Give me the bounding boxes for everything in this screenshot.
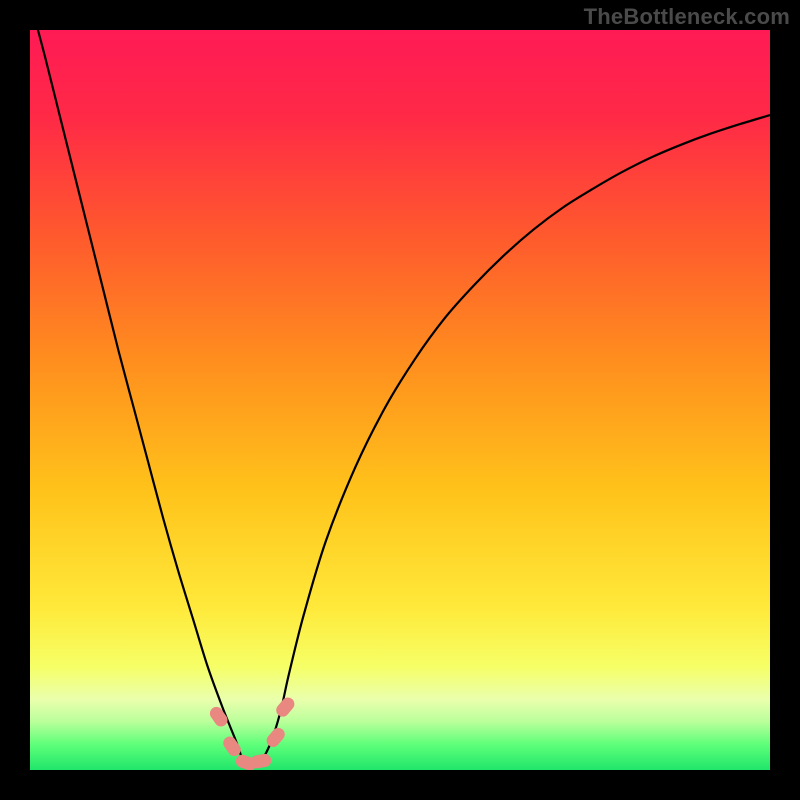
bottleneck-chart (30, 30, 770, 770)
watermark-text: TheBottleneck.com (584, 4, 790, 30)
plot-area (30, 30, 770, 770)
gradient-background (30, 30, 770, 770)
chart-frame: TheBottleneck.com (0, 0, 800, 800)
